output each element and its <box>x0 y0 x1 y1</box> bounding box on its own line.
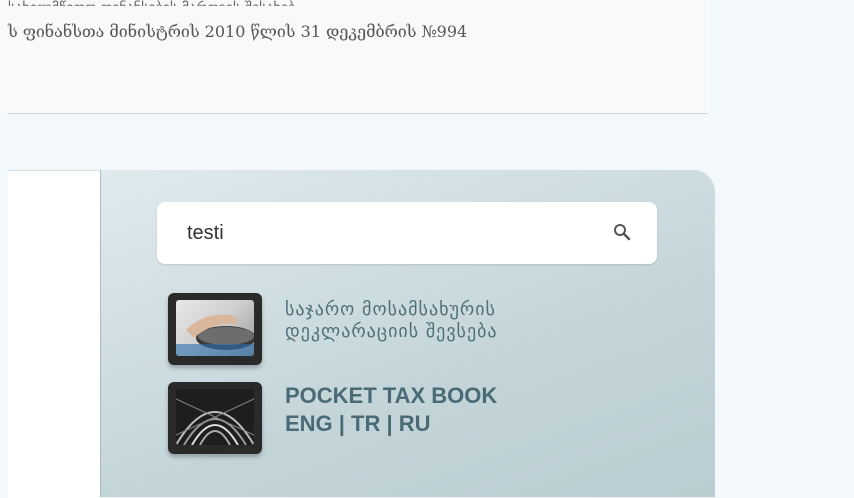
tablet-thumbnail-icon[interactable] <box>168 382 262 454</box>
left-column <box>8 170 100 498</box>
promo-item-label[interactable]: საჯარო მოსამსახურის დეკლარაციის შევსება <box>285 299 498 343</box>
document-text-line: ს ფინანსთა მინისტრის 2010 წლის 31 დეკემბ… <box>8 22 468 41</box>
document-excerpt: სახელმწიფო ფინანსების მართვის შესახებ ს … <box>0 0 710 114</box>
tablet-thumbnail-icon[interactable] <box>168 293 262 365</box>
promo-item-declaration[interactable]: საჯარო მოსამსახურის დეკლარაციის შევსება <box>168 293 668 365</box>
search-box[interactable] <box>157 202 657 264</box>
search-icon[interactable] <box>612 222 632 242</box>
search-input[interactable] <box>187 222 587 244</box>
promo-item-pocket-tax-book[interactable]: POCKET TAX BOOK ENG | TR | RU <box>168 382 668 454</box>
divider <box>8 113 708 114</box>
promo-item-label[interactable]: POCKET TAX BOOK ENG | TR | RU <box>285 382 497 438</box>
document-clipped-line: სახელმწიფო ფინანსების მართვის შესახებ <box>8 0 295 6</box>
